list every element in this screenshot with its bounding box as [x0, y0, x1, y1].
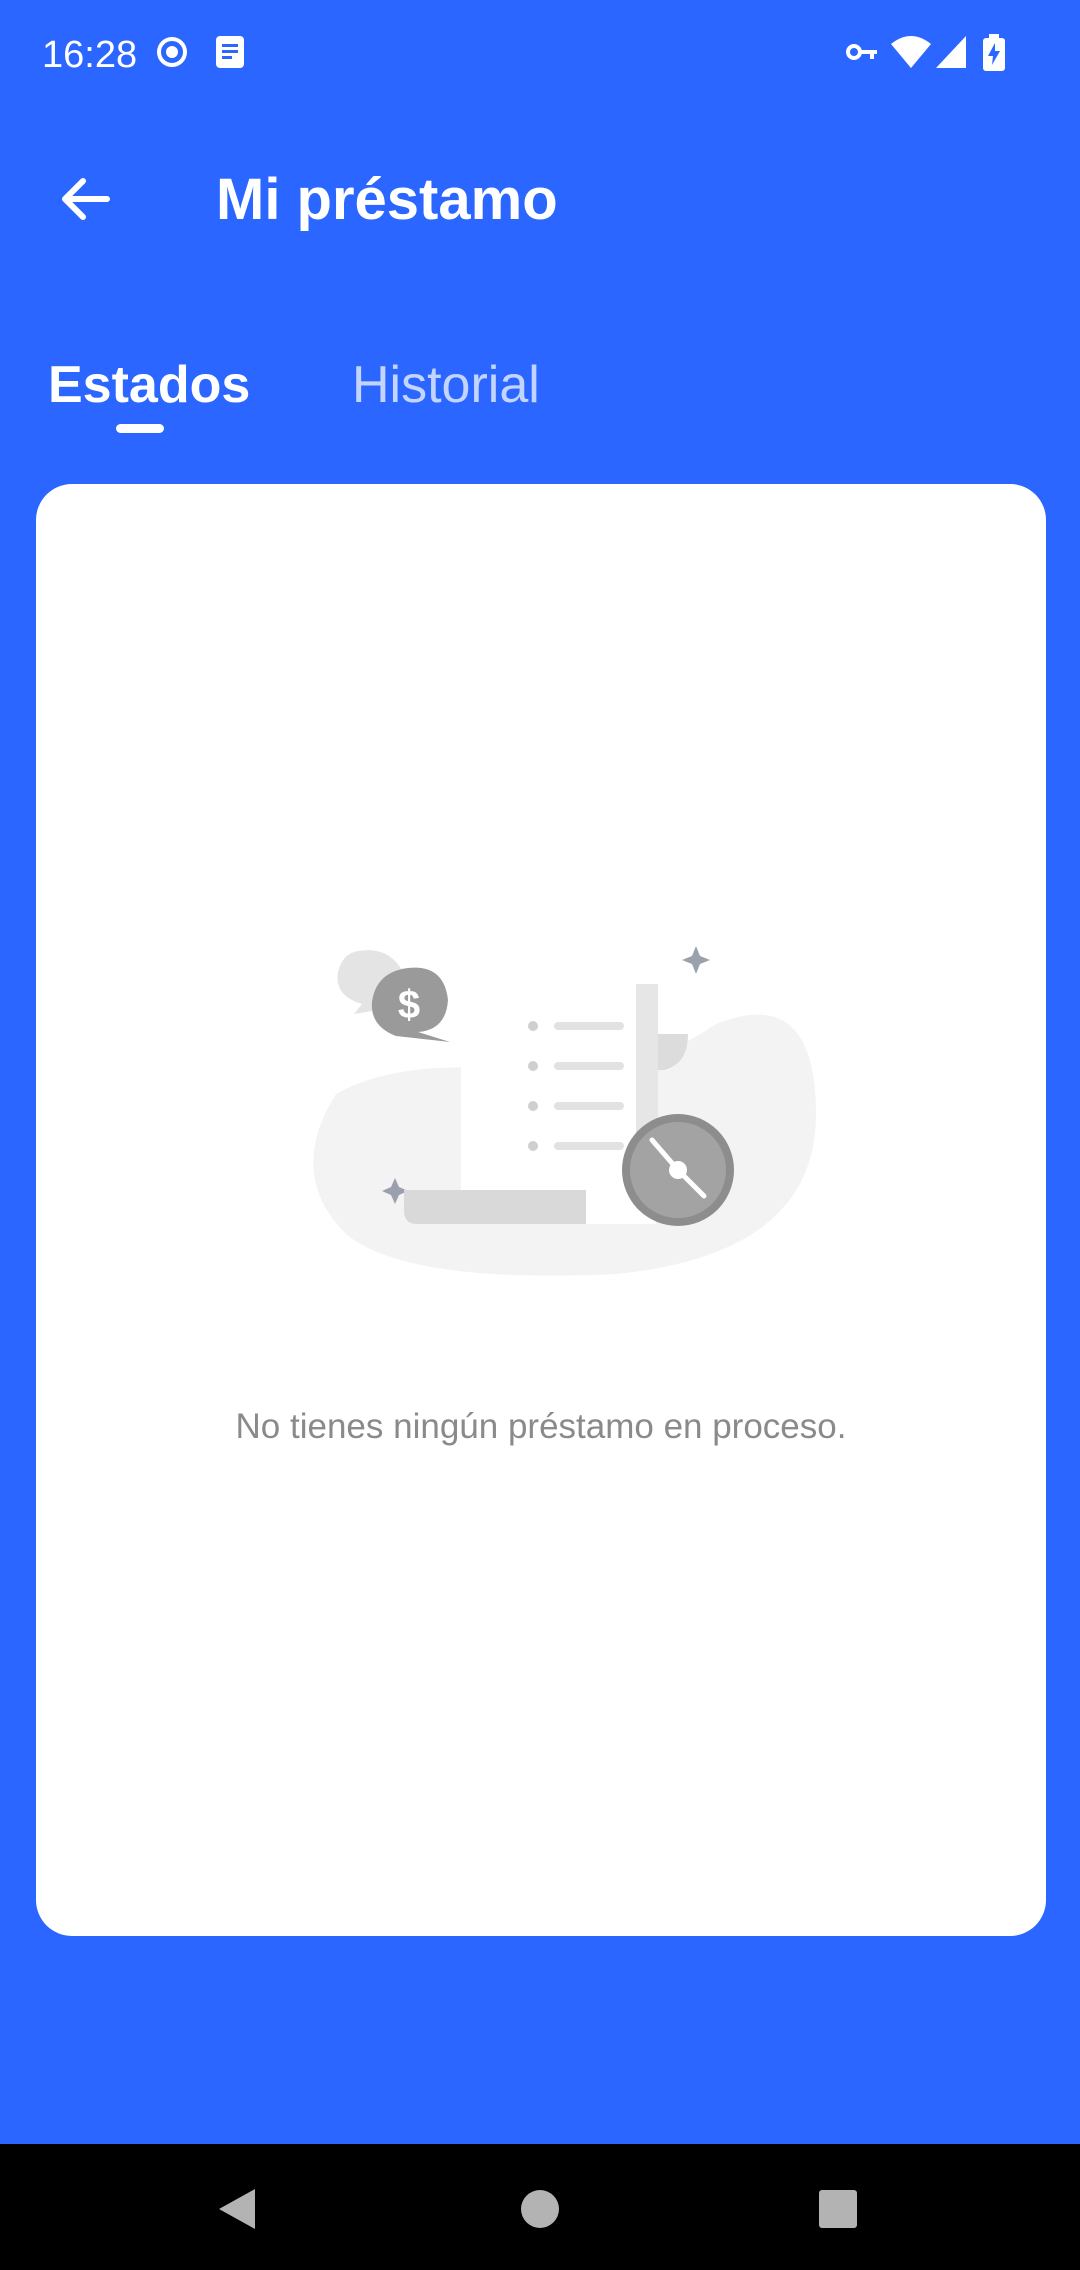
active-tab-indicator: [116, 424, 164, 433]
empty-state-illustration: $: [313, 946, 816, 1276]
vpn-key-icon: [844, 34, 880, 75]
record-icon: [154, 34, 190, 75]
tab-bar: Estados Historial: [0, 320, 1080, 450]
signal-icon: [934, 34, 968, 75]
empty-state-message: No tienes ningún préstamo en proceso.: [235, 1407, 847, 1446]
back-triangle-icon: [219, 2189, 255, 2229]
tab-estados[interactable]: Estados: [48, 340, 250, 430]
nav-home-button[interactable]: [505, 2174, 575, 2244]
nav-recents-button[interactable]: [803, 2174, 873, 2244]
recents-square-icon: [819, 2190, 857, 2228]
status-time: 16:28: [42, 34, 138, 76]
app-bar: Mi préstamo: [0, 110, 1080, 280]
tab-historial[interactable]: Historial: [352, 340, 540, 430]
arrow-left-icon: [62, 178, 110, 220]
page-title: Mi préstamo: [216, 167, 558, 232]
chat-dollar-icon: $: [337, 950, 450, 1042]
status-bar: 16:28: [0, 0, 1080, 110]
svg-text:$: $: [398, 983, 420, 1027]
system-nav-bar: [0, 2144, 1080, 2270]
nav-back-button[interactable]: [202, 2174, 272, 2244]
wifi-icon: [890, 34, 932, 75]
back-button[interactable]: [50, 164, 120, 234]
home-circle-icon: [521, 2190, 559, 2228]
clock-icon: [622, 1114, 734, 1226]
loan-status-card: $ No tienes ningún préstamo en proceso.: [36, 484, 1046, 1936]
battery-charging-icon: [982, 34, 1006, 77]
notes-icon: [214, 34, 246, 75]
